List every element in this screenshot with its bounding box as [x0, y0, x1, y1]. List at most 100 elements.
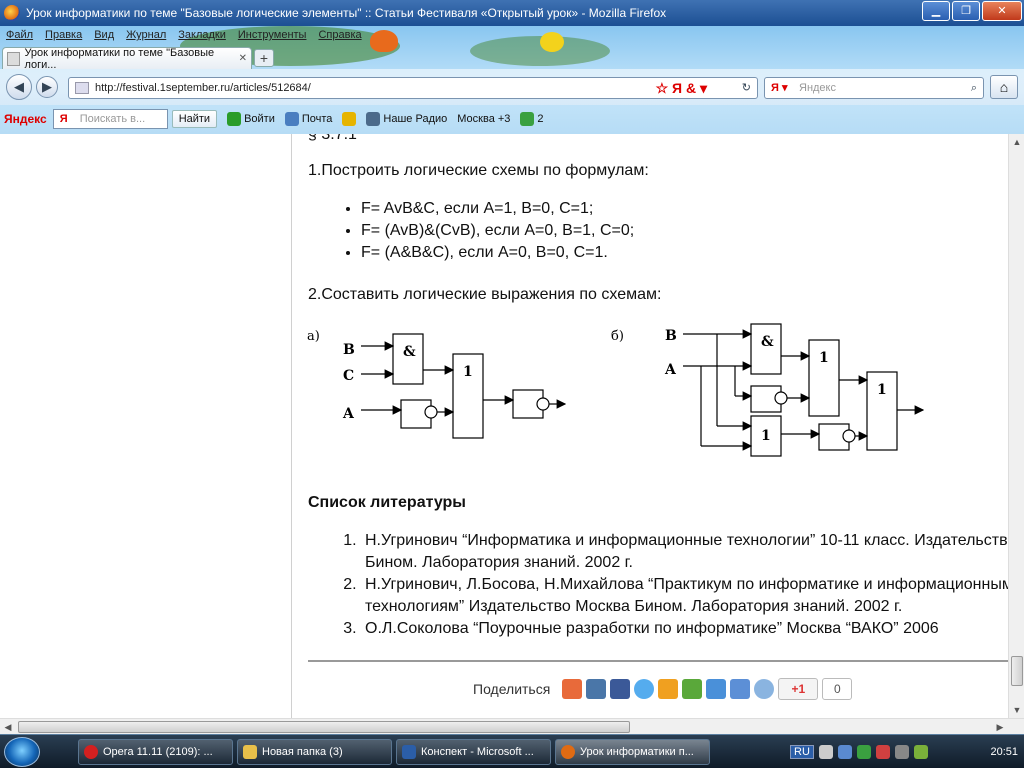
share-vkontakte-icon[interactable]	[586, 679, 607, 699]
input-a-label: A	[664, 362, 677, 378]
start-button[interactable]	[4, 737, 40, 767]
site-identity-icon	[75, 82, 89, 94]
share-twitter-icon[interactable]	[634, 679, 655, 699]
scroll-right-icon[interactable]: ▶	[992, 719, 1008, 735]
bookmarks-star-button[interactable]	[342, 112, 357, 126]
opera-icon	[84, 745, 98, 759]
folder-icon	[243, 745, 257, 759]
yandex-search-input[interactable]: Поискать в...	[52, 109, 168, 129]
svg-text:1: 1	[877, 382, 887, 398]
share-friendfeed-icon[interactable]	[730, 679, 751, 699]
help-icon[interactable]	[818, 745, 833, 759]
input-b-label: B	[343, 342, 355, 358]
literature-list: Н.Угринович “Информатика и информационны…	[333, 530, 1008, 640]
tab-close-icon[interactable]: ✕	[239, 53, 247, 64]
home-button[interactable]: ⌂	[990, 75, 1018, 99]
yandex-toolbar: Яндекс Поискать в... Найти Войти Почта Н…	[0, 106, 1024, 132]
share-odnoklassniki-icon[interactable]	[562, 679, 583, 699]
close-button[interactable]: ✕	[982, 1, 1022, 21]
horizontal-scrollbar[interactable]: ◀ ▶	[0, 718, 1024, 734]
maximize-button[interactable]: ❐	[952, 1, 980, 21]
tab-strip: Урок информатики по теме "Базовые логи..…	[0, 47, 1024, 71]
article-content: § 3.7.1 1.Построить логические схемы по …	[293, 134, 1008, 718]
taskbar-item-word[interactable]: Конспект - Microsoft ...	[396, 739, 551, 765]
share-label: Поделиться	[473, 681, 551, 697]
tab-active[interactable]: Урок информатики по теме "Базовые логи..…	[2, 47, 252, 71]
search-icon[interactable]: ⌕	[971, 78, 977, 98]
mail-icon	[284, 112, 299, 126]
svg-text:&: &	[761, 334, 774, 350]
taskbar-item-firefox[interactable]: Урок информатики п...	[555, 739, 710, 765]
yandex-find-button[interactable]: Найти	[171, 110, 218, 128]
svg-text:&: &	[403, 344, 416, 360]
counter-icon	[520, 112, 535, 126]
url-bar[interactable]: http://festival.1september.ru/articles/5…	[68, 77, 758, 99]
share-friends-icon[interactable]	[682, 679, 703, 699]
yandex-mail-button[interactable]: Почта	[284, 112, 332, 126]
scroll-down-icon[interactable]: ▼	[1009, 702, 1024, 718]
yandex-logo[interactable]: Яндекс	[4, 112, 47, 126]
firefox-window: Урок информатики по теме "Базовые логиче…	[0, 0, 1024, 768]
scroll-left-icon[interactable]: ◀	[0, 719, 16, 735]
taskbar-item-folder[interactable]: Новая папка (3)	[237, 739, 392, 765]
title-bar: Урок информатики по теме "Базовые логиче…	[0, 0, 1024, 26]
formula-item: F= (AvB)&(CvB), если A=0, B=1, C=0;	[361, 220, 634, 242]
minimize-button[interactable]: ▁	[922, 1, 950, 21]
menu-bookmarks[interactable]: Закладки	[172, 27, 232, 45]
back-button[interactable]: ◀	[6, 74, 32, 100]
windows-taskbar: Opera 11.11 (2109): ... Новая папка (3) …	[0, 734, 1024, 768]
vertical-scroll-thumb[interactable]	[1011, 656, 1023, 686]
firefox-icon	[561, 745, 575, 759]
menu-history[interactable]: Журнал	[120, 27, 172, 45]
scheme-a: а) B C A & 1	[307, 329, 567, 439]
forward-button[interactable]: ▶	[36, 76, 58, 98]
taskbar-item-opera[interactable]: Opera 11.11 (2109): ...	[78, 739, 233, 765]
menu-view[interactable]: Вид	[88, 27, 120, 45]
clock[interactable]: 20:51	[990, 746, 1018, 758]
menu-bar: Файл Правка Вид Журнал Закладки Инструме…	[0, 27, 368, 45]
logic-schemes-figure: а) B C A & 1 б) B A & 1 1 1	[307, 323, 925, 457]
input-b-label: B	[665, 328, 677, 344]
menu-file[interactable]: Файл	[0, 27, 39, 45]
menu-tools[interactable]: Инструменты	[232, 27, 313, 45]
antivirus-icon[interactable]	[875, 745, 890, 759]
firefox-icon	[4, 5, 20, 21]
nvidia-icon[interactable]	[913, 745, 928, 759]
login-icon	[227, 112, 242, 126]
search-placeholder: Яндекс	[799, 82, 836, 94]
star-icon	[342, 112, 357, 126]
new-tab-button[interactable]: +	[254, 49, 274, 67]
language-indicator[interactable]: RU	[790, 745, 814, 759]
menu-edit[interactable]: Правка	[39, 27, 88, 45]
section-cut-line: § 3.7.1	[308, 134, 357, 143]
horizontal-scroll-thumb[interactable]	[18, 721, 630, 733]
share-livejournal-icon[interactable]	[706, 679, 727, 699]
yandex-bar-icon[interactable]: ☆ Я & ▾	[656, 78, 707, 98]
share-more-icon[interactable]	[754, 679, 775, 699]
search-box[interactable]: Я ▾ Яндекс ⌕	[764, 77, 984, 99]
menu-help[interactable]: Справка	[312, 27, 367, 45]
utorrent-icon[interactable]	[856, 745, 871, 759]
word-icon	[402, 745, 416, 759]
network-icon[interactable]	[837, 745, 852, 759]
divider	[308, 660, 1008, 662]
page-favicon	[7, 51, 21, 66]
task-2-heading: 2.Составить логические выражения по схем…	[308, 286, 662, 303]
share-facebook-icon[interactable]	[610, 679, 631, 699]
yandex-engine-icon: Я ▾	[771, 82, 788, 94]
weather-widget[interactable]: Москва +3	[457, 113, 510, 125]
radio-button[interactable]: Наше Радио	[366, 112, 447, 126]
formula-item: F= AvB&C, если A=1, B=0, C=1;	[361, 198, 634, 220]
vertical-scrollbar[interactable]: ▲ ▼	[1008, 134, 1024, 718]
google-plus-one-button[interactable]: +1	[778, 678, 819, 700]
scheme-b: б) B A & 1 1 1	[611, 323, 925, 457]
yandex-login-button[interactable]: Войти	[227, 112, 275, 126]
reload-icon[interactable]: ↻	[742, 78, 751, 98]
literature-item: Н.Угринович “Информатика и информационны…	[361, 530, 1008, 574]
speaker-icon[interactable]	[894, 745, 909, 759]
literature-item: Н.Угринович, Л.Босова, Н.Михайлова “Прак…	[361, 574, 1008, 618]
input-c-label: C	[343, 368, 354, 384]
counter-widget[interactable]: 2	[520, 112, 544, 126]
share-moimir-icon[interactable]	[658, 679, 679, 699]
scroll-up-icon[interactable]: ▲	[1009, 134, 1024, 150]
